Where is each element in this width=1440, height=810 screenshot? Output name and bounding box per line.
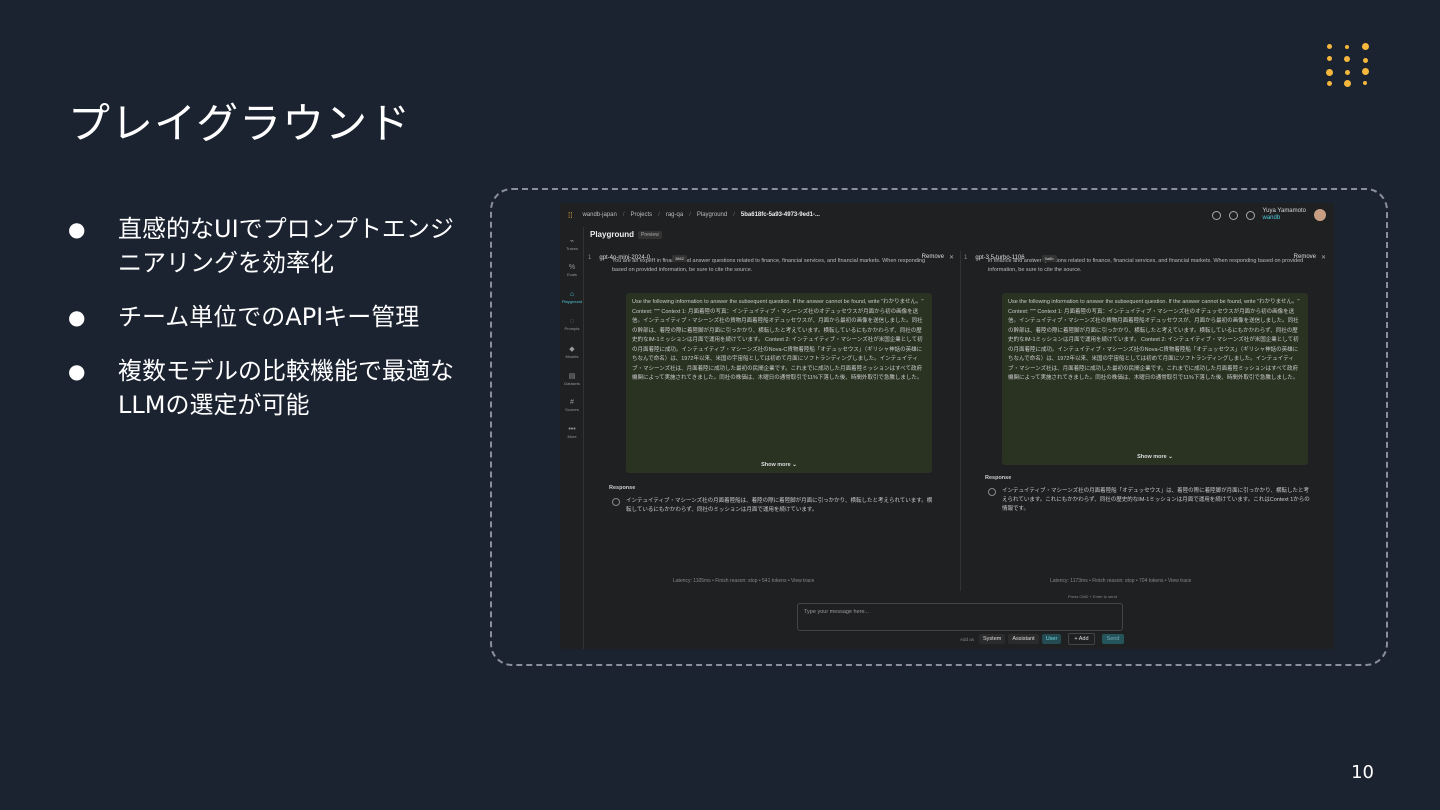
sidebar-item-prompts[interactable]: ◌ Prompts [560,318,584,331]
response-text: インテュイティブ・マシーンズ社の月面着陸船は、着陸の際に着陸脚が月面に引っかかり… [626,498,933,513]
model-chip: 3862 [672,254,687,262]
bullet-list: ● 直感的なUIでプロンプトエンジニアリングを効率化 ● チーム単位でのAPIキー管… [64,212,464,442]
assistant-icon [988,488,996,496]
role-assistant-button[interactable]: Assistant [1008,634,1039,644]
assistant-icon [612,498,620,506]
response-stats[interactable]: Latency: 1105ms • Finish reason: stop • … [673,578,814,584]
response-label: Response [985,475,1012,481]
model-panel-left: You are an expert in finance and answer … [588,251,958,591]
remove-button[interactable]: Remove [1294,254,1316,260]
datasets-icon: ▤ [568,373,576,380]
role-user-button[interactable]: User [1041,634,1062,644]
preview-badge: Preview [638,230,662,239]
page-title: Playground [590,230,635,239]
playground-screenshot: ⁞⁞ wandb-japan / Projects / rag-qa / Playgr… [560,203,1334,649]
user-message[interactable]: Use the following information to answer … [626,293,932,473]
model-chip: 9a8b [1041,254,1057,262]
response-stats[interactable]: Latency: 1173ms • Finish reason: stop • … [1050,578,1191,584]
scorers-icon: # [570,399,574,406]
role-system-button[interactable]: System [979,634,1006,644]
avatar[interactable] [1314,209,1326,221]
breadcrumb-projects[interactable]: Projects [630,212,652,218]
sidebar-item-traces[interactable]: ⌁ Traces [560,237,584,251]
remove-button[interactable]: Remove [922,254,944,260]
sidebar-item-evals[interactable]: % Evals [560,264,584,277]
user-info[interactable]: Yuya Yamamoto wandb [1263,208,1306,222]
panel-header: 1 gpt-3.5-turbo-1106 ⌄ 9a8b Remove ✕ [964,254,1326,262]
chevron-down-icon: ⌄ [1030,255,1036,262]
breadcrumb-project[interactable]: rag-qa [666,212,683,218]
sidebar: ⌁ Traces % Evals ⌂ Playground ◌ Prompts ◆ Mod… [560,227,584,649]
sidebar-item-datasets[interactable]: ▤ Datasets [560,372,584,386]
wandb-logo-icon [1324,40,1372,88]
show-more-button[interactable]: Show more ⌄ [626,460,932,470]
role-selector: Add as System Assistant User + Add Send [960,633,1125,645]
app-logo-icon[interactable]: ⁞⁞ [568,211,572,220]
show-more-button[interactable]: Show more ⌄ [1002,452,1308,462]
message-input[interactable]: Type your message here... [797,603,1123,631]
more-icon: ••• [568,426,576,433]
send-button[interactable]: Send [1101,634,1125,644]
bullet-item: ● 直感的なUIでプロンプトエンジニアリングを効率化 [68,215,454,277]
panel-header: 1 gpt-4o-mini-2024-0... ⌄ 3862 Remove ✕ [588,254,954,262]
page-header: Playground Preview [590,230,662,239]
slide-title: プレイグラウンド [68,99,412,148]
send-hint: Press CMD + Enter to send [1068,594,1117,599]
topbar-actions: Yuya Yamamoto wandb [1211,208,1326,222]
add-message-button[interactable]: + Add [1068,633,1095,645]
sidebar-item-scorers[interactable]: # Scorers [560,399,584,412]
breadcrumb-org[interactable]: wandb-japan [582,212,616,218]
sidebar-item-playground[interactable]: ⌂ Playground [560,291,584,304]
chevron-down-icon: ⌄ [661,255,667,262]
breadcrumb-playground[interactable]: Playground [697,212,727,218]
search-icon[interactable] [1211,210,1221,220]
close-icon[interactable]: ✕ [949,254,954,261]
sidebar-item-more[interactable]: ••• More [560,426,584,439]
model-select[interactable]: gpt-4o-mini-2024-0... [599,255,655,261]
page-number: 10 [1351,762,1374,783]
evals-icon: % [568,264,576,271]
response-text: インテュイティブ・マシーンズ社の月面着陸船「オデュッセウス」は、着陸の際に着陸脚… [1002,488,1310,512]
sidebar-item-models[interactable]: ◆ Models [560,345,584,359]
response-label: Response [609,485,636,491]
playground-icon: ⌂ [569,291,575,298]
panel-divider [960,251,961,591]
traces-icon: ⌁ [569,238,575,245]
bell-icon[interactable] [1228,210,1238,220]
help-icon[interactable] [1245,210,1255,220]
models-icon: ◆ [569,346,575,353]
user-message[interactable]: Use the following information to answer … [1002,293,1308,465]
model-select[interactable]: gpt-3.5-turbo-1106 [975,255,1024,261]
model-panel-right: in finance and answer questions related … [964,251,1330,591]
bullet-item: ● チーム単位でのAPIキー管理 [68,303,420,331]
prompts-icon: ◌ [569,318,575,325]
close-icon[interactable]: ✕ [1321,254,1326,261]
bullet-item: ● 複数モデルの比較機能で最適なLLMの選定が可能 [68,357,454,419]
breadcrumb-current: 5ba618fc-5a93-4973-9ed1-... [740,212,820,218]
